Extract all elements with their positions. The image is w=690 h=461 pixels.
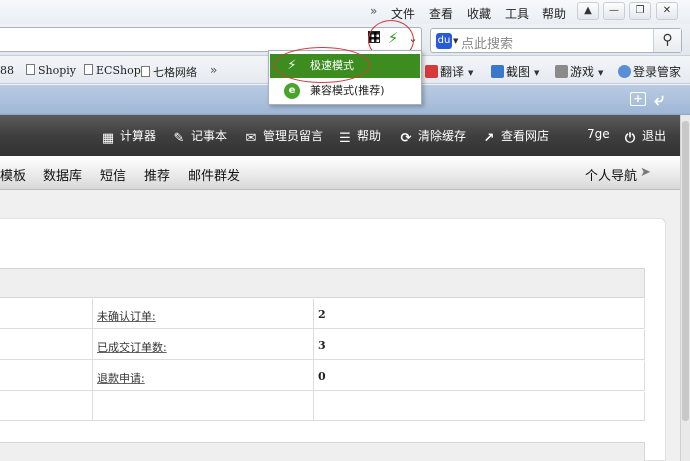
column-divider xyxy=(313,299,314,421)
completed-orders-value: 3 xyxy=(318,339,326,352)
calculator-icon: ▦ xyxy=(101,131,115,146)
key-icon xyxy=(618,65,631,78)
table-header xyxy=(0,268,645,298)
notepad-button[interactable]: ✎ 记事本 xyxy=(172,127,227,146)
clear-cache-button[interactable]: ⟳ 清除缓存 xyxy=(399,127,466,146)
undo-close-icon[interactable]: ⤶ xyxy=(654,89,664,110)
gamepad-icon xyxy=(555,65,568,78)
login-manager-tool[interactable]: 登录管家 xyxy=(618,63,681,80)
username-label: 7ge xyxy=(587,127,610,141)
menu-favorites[interactable]: 收藏 xyxy=(467,5,491,22)
table-row xyxy=(0,392,645,421)
refund-requests-value: 0 xyxy=(318,370,326,383)
nav-item-recommend[interactable]: 推荐 xyxy=(144,165,170,184)
search-button[interactable]: ⚲ xyxy=(653,29,681,52)
column-divider xyxy=(92,299,93,421)
menu-tools[interactable]: 工具 xyxy=(505,5,529,22)
page-icon xyxy=(84,64,93,75)
search-icon: ⚲ xyxy=(662,32,673,48)
bookmark-item[interactable]: 七格网络 xyxy=(141,64,197,80)
nav-item-template[interactable]: 模板 xyxy=(0,165,26,184)
pencil-icon: ✎ xyxy=(173,131,185,146)
paper-plane-icon[interactable]: ➤ xyxy=(640,166,656,180)
menu-help[interactable]: 帮助 xyxy=(542,5,566,22)
nav-item-mass-email[interactable]: 邮件群发 xyxy=(188,165,240,184)
bookmark-item[interactable]: Shopiy xyxy=(26,64,76,77)
view-shop-button[interactable]: ↗ 查看网店 xyxy=(482,127,549,146)
search-input[interactable]: 点此搜索 xyxy=(461,33,513,52)
translate-tool[interactable]: 翻译 ▼ xyxy=(425,63,473,80)
bookmark-item[interactable]: ECShop xyxy=(84,64,141,77)
baidu-paw-icon[interactable]: du xyxy=(436,33,452,49)
power-icon: ⏻ xyxy=(624,131,636,146)
engine-dropdown-icon[interactable]: ▼ xyxy=(453,37,458,45)
personal-nav-link[interactable]: 个人导航 xyxy=(585,165,637,184)
compat-mode-option[interactable]: e 兼容模式(推荐) xyxy=(270,79,420,103)
unconfirmed-orders-link[interactable]: 未确认订单: xyxy=(97,308,156,324)
refresh-icon: ⟳ xyxy=(400,131,412,146)
help-button[interactable]: ☰ 帮助 xyxy=(338,127,381,146)
menu-overflow-chevron[interactable]: » xyxy=(370,4,377,18)
translate-icon xyxy=(425,65,438,78)
search-box: du ▼ 点此搜索 ⚲ xyxy=(430,28,682,53)
annotation-circle xyxy=(274,47,370,83)
nav-item-database[interactable]: 数据库 xyxy=(43,165,82,184)
skin-shirt-icon[interactable]: ▲ xyxy=(577,2,599,20)
scissors-icon xyxy=(491,65,504,78)
bookmark-item[interactable]: 88 xyxy=(0,64,14,77)
games-tool[interactable]: 游戏 ▼ xyxy=(555,63,603,80)
restore-icon[interactable]: ❐ xyxy=(629,2,651,20)
browser-menu-bar: » 文件 查看 收藏 工具 帮助 ▲ — ❐ ✕ xyxy=(0,0,690,24)
unconfirmed-orders-value: 2 xyxy=(318,308,326,321)
close-icon[interactable]: ✕ xyxy=(656,2,678,20)
new-tab-icon[interactable]: + xyxy=(630,92,646,106)
speech-bubble-icon: ✉ xyxy=(245,131,257,146)
refund-requests-link[interactable]: 退款申请: xyxy=(97,370,145,386)
ie-icon: e xyxy=(284,83,300,99)
book-icon: ☰ xyxy=(339,131,351,146)
external-link-icon: ↗ xyxy=(483,131,495,146)
bookmarks-overflow-chevron[interactable]: » xyxy=(210,63,217,77)
screenshot-tool[interactable]: 截图 ▼ xyxy=(491,63,539,80)
menu-view[interactable]: 查看 xyxy=(429,5,453,22)
scrollbar-thumb[interactable] xyxy=(682,121,689,421)
admin-message-button[interactable]: ✉ 管理员留言 xyxy=(244,127,323,146)
table-header xyxy=(0,442,645,461)
address-bar[interactable] xyxy=(0,27,422,52)
calculator-button[interactable]: ▦ 计算器 xyxy=(101,127,156,146)
completed-orders-link[interactable]: 已成交订单数: xyxy=(97,339,167,355)
vertical-scrollbar[interactable] xyxy=(680,115,690,461)
page-icon xyxy=(26,64,35,75)
logout-button[interactable]: ⏻ 退出 xyxy=(623,127,666,146)
minimize-icon[interactable]: — xyxy=(603,2,625,20)
page-icon xyxy=(141,66,150,77)
nav-item-sms[interactable]: 短信 xyxy=(100,165,126,184)
